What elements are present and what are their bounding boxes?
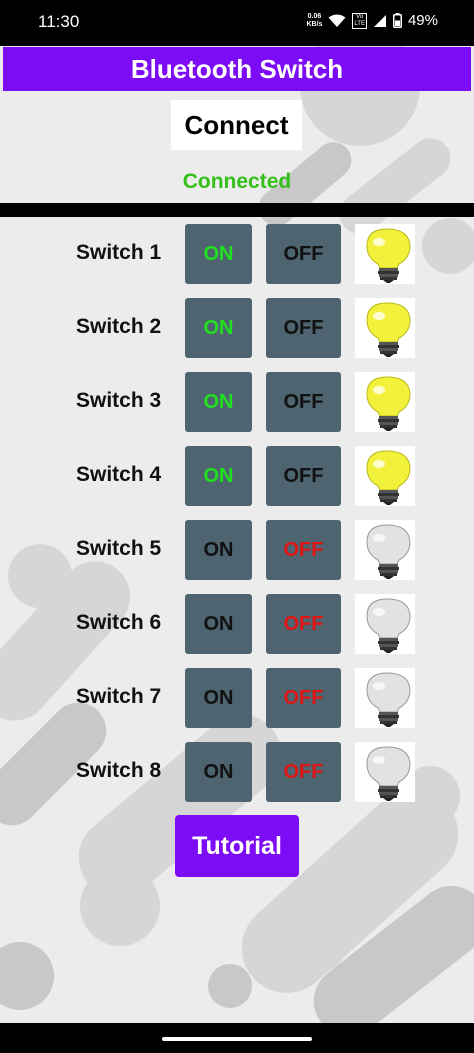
battery-icon [392,13,402,28]
switch-8-on-button[interactable]: ON [185,742,252,802]
switch-6-on-button[interactable]: ON [185,594,252,654]
switch-2-on-button[interactable]: ON [185,298,252,358]
switch-label: Switch 4 [76,463,162,486]
switch-row-5: Switch 5 ON OFF [0,520,474,582]
navigation-bar [0,1023,474,1053]
status-icons: 0.06 KB/s Vo LTE 49% [306,12,438,29]
volte-top: Vo [356,13,364,20]
switch-label: Switch 1 [76,241,162,264]
bulb-on-icon [355,372,415,432]
volte-icon: Vo LTE [352,12,367,29]
bulb-off-icon [355,742,415,802]
connection-status: Connected [182,170,292,193]
switch-7-on-button[interactable]: ON [185,668,252,728]
switch-5-off-button[interactable]: OFF [266,520,341,580]
battery-percent: 49% [407,12,438,29]
switch-row-8: Switch 8 ON OFF [0,742,474,804]
section-divider [0,203,474,217]
bulb-off-icon [355,594,415,654]
switch-row-7: Switch 7 ON OFF [0,668,474,730]
switch-row-3: Switch 3 ON OFF [0,372,474,434]
switch-row-4: Switch 4 ON OFF [0,446,474,508]
switch-3-on-button[interactable]: ON [185,372,252,432]
volte-bottom: LTE [354,20,365,27]
switch-4-off-button[interactable]: OFF [266,446,341,506]
switch-label: Switch 7 [76,685,162,708]
wifi-icon [328,14,346,27]
bulb-on-icon [355,224,415,284]
bulb-off-icon [355,520,415,580]
signal-icon [373,14,386,27]
connect-button[interactable]: Connect [171,100,302,150]
clock: 11:30 [38,12,80,31]
switch-2-off-button[interactable]: OFF [266,298,341,358]
switch-5-on-button[interactable]: ON [185,520,252,580]
bulb-off-icon [355,668,415,728]
app-title-bar: Bluetooth Switch [3,47,471,91]
switch-label: Switch 5 [76,537,162,560]
switch-1-off-button[interactable]: OFF [266,224,341,284]
status-bar: 11:30 0.06 KB/s Vo LTE 49% [0,0,474,46]
switch-row-1: Switch 1 ON OFF [0,224,474,286]
switch-row-6: Switch 6 ON OFF [0,594,474,656]
switch-label: Switch 8 [76,759,162,782]
switch-1-on-button[interactable]: ON [185,224,252,284]
network-speed-value: 0.06 [307,12,322,20]
switch-label: Switch 2 [76,315,162,338]
switch-3-off-button[interactable]: OFF [266,372,341,432]
app-screen: Bluetooth Switch Connect Connected Switc… [0,46,474,1023]
bulb-on-icon [355,446,415,506]
bulb-on-icon [355,298,415,358]
switch-4-on-button[interactable]: ON [185,446,252,506]
switch-8-off-button[interactable]: OFF [266,742,341,802]
tutorial-button[interactable]: Tutorial [175,815,299,877]
gesture-handle[interactable] [162,1037,312,1041]
switch-label: Switch 3 [76,389,162,412]
network-speed-unit: KB/s [306,20,323,28]
switch-6-off-button[interactable]: OFF [266,594,341,654]
switch-label: Switch 6 [76,611,162,634]
network-speed: 0.06 KB/s [306,13,322,29]
switch-row-2: Switch 2 ON OFF [0,298,474,360]
switch-7-off-button[interactable]: OFF [266,668,341,728]
